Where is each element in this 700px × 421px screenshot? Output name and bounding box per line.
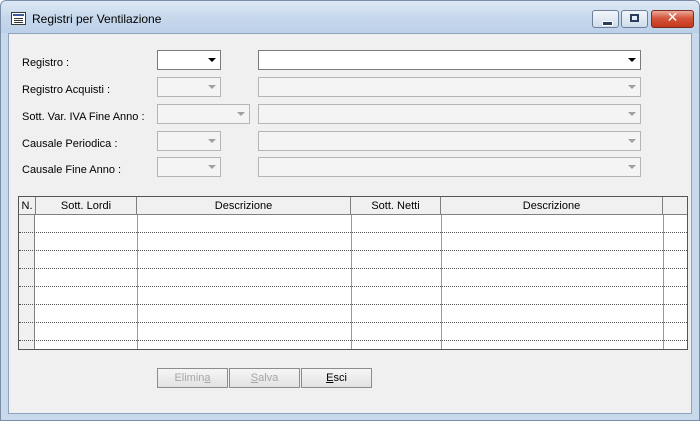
column-divider bbox=[351, 215, 352, 349]
label-sott-var-iva: Sott. Var. IVA Fine Anno : bbox=[22, 111, 145, 123]
form-icon bbox=[11, 12, 26, 25]
close-icon: ✕ bbox=[666, 10, 679, 26]
column-header-descrizione-2[interactable]: Descrizione bbox=[441, 197, 663, 215]
chevron-down-icon[interactable] bbox=[203, 132, 220, 150]
minimize-icon bbox=[602, 21, 613, 26]
sott-var-iva-description-combo[interactable] bbox=[258, 104, 641, 124]
sott-var-iva-code-combo[interactable] bbox=[157, 104, 250, 124]
chevron-down-icon[interactable] bbox=[203, 78, 220, 96]
maximize-icon bbox=[630, 14, 639, 22]
chevron-down-icon[interactable] bbox=[623, 158, 640, 176]
table-row[interactable] bbox=[19, 233, 687, 251]
salva-accel: S bbox=[250, 372, 259, 384]
chevron-down-icon[interactable] bbox=[623, 51, 640, 69]
salva-label: alva bbox=[258, 372, 279, 384]
salva-button[interactable]: Salva bbox=[229, 368, 300, 388]
esci-button[interactable]: Esci bbox=[301, 368, 372, 388]
elimina-button[interactable]: Elimina bbox=[157, 368, 228, 388]
registro-acquisti-description-combo[interactable] bbox=[258, 77, 641, 97]
causale-periodica-code-combo[interactable] bbox=[157, 131, 221, 151]
registro-acquisti-code-combo[interactable] bbox=[157, 77, 221, 97]
esci-label: sci bbox=[333, 372, 347, 384]
column-header-n[interactable]: N. bbox=[19, 197, 36, 215]
minimize-button[interactable] bbox=[592, 10, 619, 28]
causale-fine-anno-code-combo[interactable] bbox=[157, 157, 221, 177]
registro-code-combo[interactable] bbox=[157, 50, 221, 70]
maximize-button[interactable] bbox=[621, 10, 648, 28]
causale-periodica-description-combo[interactable] bbox=[258, 131, 641, 151]
grid-header: N. Sott. Lordi Descrizione Sott. Netti D… bbox=[19, 197, 687, 215]
label-causale-fine-anno: Causale Fine Anno : bbox=[22, 164, 122, 176]
title-bar[interactable]: Registri per Ventilazione ✕ bbox=[1, 1, 699, 33]
label-registro-acquisti: Registro Acquisti : bbox=[22, 84, 111, 96]
registro-description-combo[interactable] bbox=[258, 50, 641, 70]
window-title: Registri per Ventilazione bbox=[32, 12, 162, 26]
column-header-sott-netti[interactable]: Sott. Netti bbox=[351, 197, 441, 215]
column-divider bbox=[137, 215, 138, 349]
window: Registri per Ventilazione ✕ Registro : R… bbox=[0, 0, 700, 421]
label-registro: Registro : bbox=[22, 57, 70, 69]
chevron-down-icon[interactable] bbox=[232, 105, 249, 123]
column-divider bbox=[663, 215, 664, 349]
causale-fine-anno-description-combo[interactable] bbox=[258, 157, 641, 177]
table-row[interactable] bbox=[19, 269, 687, 287]
column-divider bbox=[441, 215, 442, 349]
data-grid[interactable]: N. Sott. Lordi Descrizione Sott. Netti D… bbox=[18, 196, 688, 350]
grid-rows[interactable] bbox=[19, 215, 687, 349]
label-causale-periodica: Causale Periodica : bbox=[22, 138, 118, 150]
elimina-accel: a bbox=[204, 372, 211, 384]
chevron-down-icon[interactable] bbox=[203, 158, 220, 176]
table-row[interactable] bbox=[19, 215, 687, 233]
chevron-down-icon[interactable] bbox=[623, 132, 640, 150]
table-row[interactable] bbox=[19, 251, 687, 269]
form-area: Registro : Registro Acquisti : Sott. Var… bbox=[8, 33, 692, 414]
table-row[interactable] bbox=[19, 305, 687, 323]
column-header-descrizione-1[interactable]: Descrizione bbox=[137, 197, 351, 215]
chevron-down-icon[interactable] bbox=[623, 78, 640, 96]
elimina-label: Elimin bbox=[174, 372, 205, 384]
close-button[interactable]: ✕ bbox=[651, 10, 694, 28]
chevron-down-icon[interactable] bbox=[203, 51, 220, 69]
column-header-sott-lordi[interactable]: Sott. Lordi bbox=[36, 197, 137, 215]
table-row[interactable] bbox=[19, 323, 687, 341]
table-row[interactable] bbox=[19, 287, 687, 305]
chevron-down-icon[interactable] bbox=[623, 105, 640, 123]
